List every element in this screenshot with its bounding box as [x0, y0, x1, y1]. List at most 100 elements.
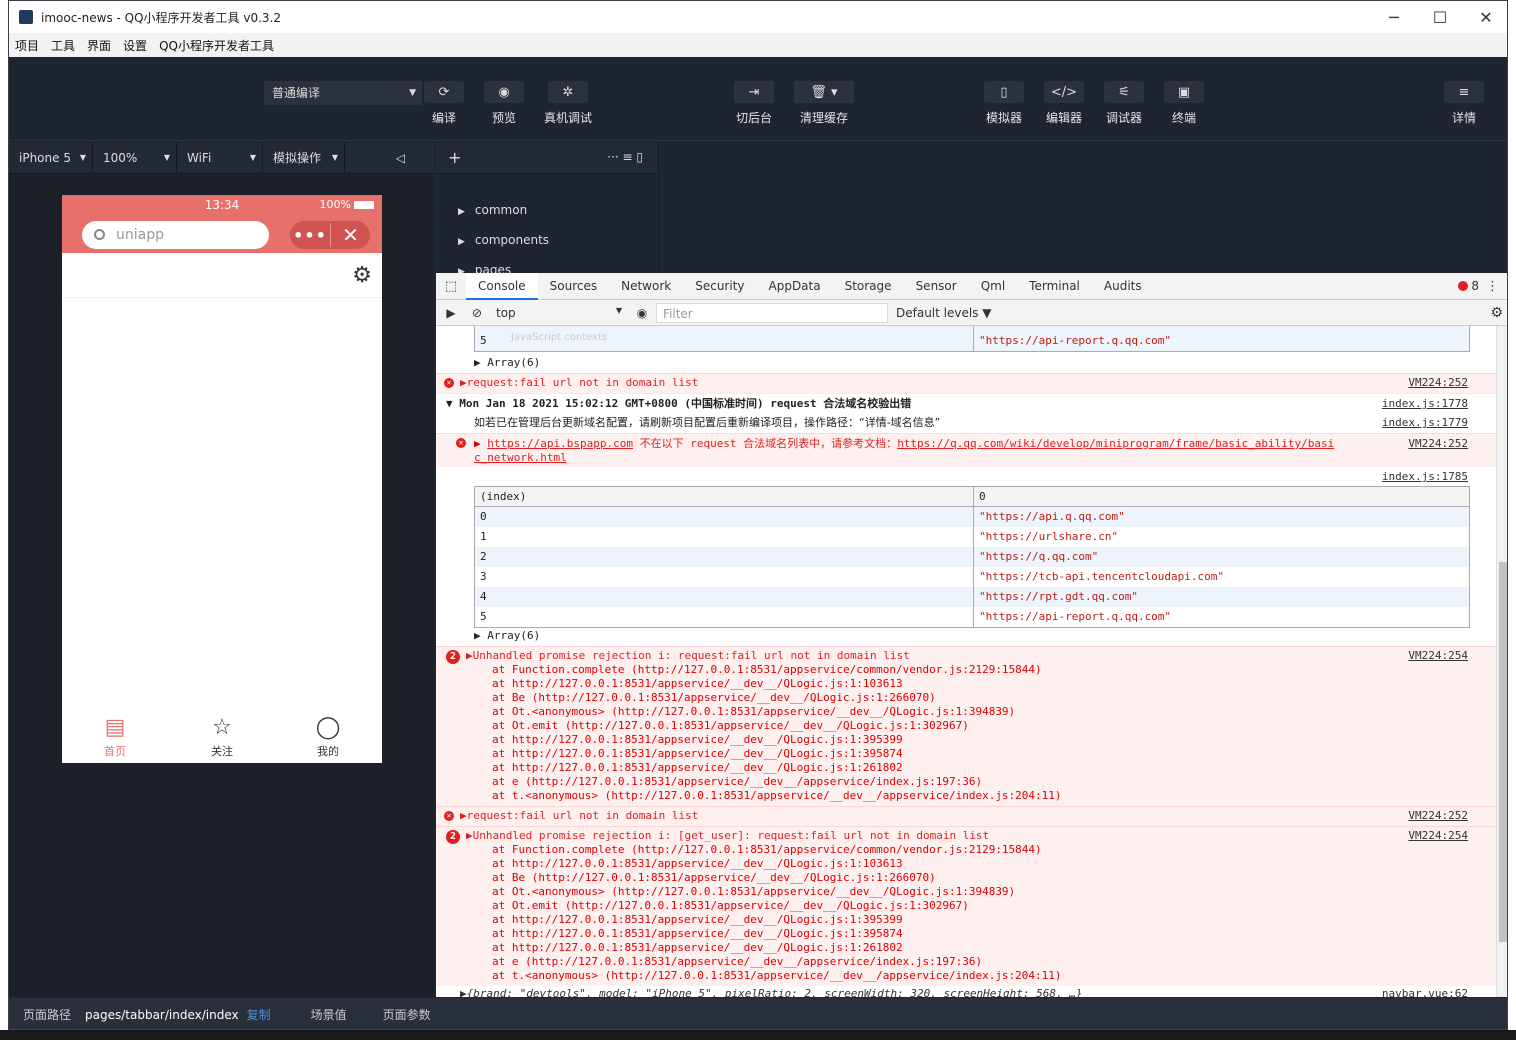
tab-console[interactable]: Console — [466, 272, 538, 300]
rejection-message[interactable]: ▶Unhandled promise rejection i: [get_use… — [466, 829, 989, 842]
source-link[interactable]: index.js:1779 — [1382, 413, 1468, 433]
volume-icon[interactable]: ◁ — [345, 151, 405, 165]
stack-frame[interactable]: at Be (http://127.0.0.1:8531/appservice/… — [492, 691, 1062, 705]
page-params-button[interactable]: 页面参数 — [383, 1006, 431, 1023]
stack-frame[interactable]: at Ot.<anonymous> (http://127.0.0.1:8531… — [492, 885, 1062, 899]
source-link[interactable]: navbar.vue:62 — [1382, 988, 1468, 997]
add-icon[interactable]: + — [448, 148, 461, 167]
compile-button[interactable]: ⟳ 编译 — [416, 81, 472, 126]
zoom-select[interactable]: 100% ▼ — [93, 141, 177, 174]
menu-project[interactable]: 项目 — [15, 37, 39, 54]
scene-button[interactable]: 场景值 — [311, 1006, 347, 1023]
doc-link[interactable]: https://q.qq.com/wiki/develop/miniprogra… — [897, 437, 1334, 450]
debugger-toggle-button[interactable]: ⚟ 调试器 — [1096, 81, 1152, 126]
details-button[interactable]: ≡ 详情 — [1436, 81, 1492, 126]
sidebar-toggle-icon[interactable]: ▶ — [436, 306, 466, 320]
simulator-toggle-button[interactable]: ▯ 模拟器 — [976, 81, 1032, 126]
menu-qq-devtools[interactable]: QQ小程序开发者工具 — [159, 37, 274, 54]
tab-qml[interactable]: Qml — [969, 273, 1017, 300]
preview-button[interactable]: ◉ 预览 — [476, 81, 532, 126]
background-button[interactable]: ⇥ 切后台 — [726, 81, 782, 126]
tab-terminal[interactable]: Terminal — [1017, 273, 1092, 300]
more-icon[interactable]: ••• — [290, 226, 330, 245]
stack-frame[interactable]: at t.<anonymous> (http://127.0.0.1:8531/… — [492, 789, 1062, 803]
maximize-icon[interactable]: ☐ — [1417, 1, 1463, 33]
error-message[interactable]: ▶request:fail url not in domain list — [460, 807, 698, 825]
stack-frame[interactable]: at http://127.0.0.1:8531/appservice/__de… — [492, 733, 1062, 747]
device-select[interactable]: iPhone 5 ▼ — [9, 141, 93, 174]
stack-frame[interactable]: at http://127.0.0.1:8531/appservice/__de… — [492, 857, 1062, 871]
array-toggle[interactable]: ▶ Array(6) — [436, 627, 1496, 645]
search-input[interactable]: uniapp — [82, 221, 269, 249]
minimize-icon[interactable]: ─ — [1371, 1, 1417, 33]
stack-frame[interactable]: at Ot.emit (http://127.0.0.1:8531/appser… — [492, 719, 1062, 733]
editor-toggle-button[interactable]: </> 编辑器 — [1036, 81, 1092, 126]
tab-network[interactable]: Network — [609, 273, 683, 300]
kebab-menu-icon[interactable]: ⋮ — [1486, 279, 1499, 294]
eye-icon[interactable]: ◉ — [628, 306, 656, 320]
stack-frame[interactable]: at http://127.0.0.1:8531/appservice/__de… — [492, 747, 1062, 761]
source-link[interactable]: VM224:254 — [1408, 649, 1468, 662]
tab-sensor[interactable]: Sensor — [904, 273, 969, 300]
tab-follow[interactable]: ☆ 关注 — [169, 715, 275, 759]
stack-frame[interactable]: at http://127.0.0.1:8531/appservice/__de… — [492, 913, 1062, 927]
tab-sources[interactable]: Sources — [538, 273, 609, 300]
domain-link[interactable]: https://api.bspapp.com — [487, 437, 633, 450]
array-toggle[interactable]: ▶ Array(6) — [436, 354, 1496, 372]
network-select[interactable]: WiFi ▼ — [177, 141, 263, 174]
folder-components[interactable]: components — [458, 233, 549, 247]
tab-mine[interactable]: ◯ 我的 — [275, 715, 381, 759]
stack-frame[interactable]: at Ot.<anonymous> (http://127.0.0.1:8531… — [492, 705, 1062, 719]
tab-audits[interactable]: Audits — [1092, 273, 1154, 300]
context-select[interactable]: top ▼ — [488, 306, 628, 320]
stack-frame[interactable]: at e (http://127.0.0.1:8531/appservice/_… — [492, 955, 1062, 969]
compile-mode-select[interactable]: 普通编译 ▼ — [264, 81, 422, 105]
source-link[interactable]: VM224:252 — [1408, 374, 1468, 392]
stack-frame[interactable]: at http://127.0.0.1:8531/appservice/__de… — [492, 941, 1062, 955]
stack-frame[interactable]: at e (http://127.0.0.1:8531/appservice/_… — [492, 775, 1062, 789]
stack-frame[interactable]: at http://127.0.0.1:8531/appservice/__de… — [492, 927, 1062, 941]
log-object[interactable]: ▶{brand: "devtools", model: "iPhone 5", … — [460, 988, 1083, 997]
clear-console-icon[interactable]: ⊘ — [466, 306, 488, 320]
stack-frame[interactable]: at Function.complete (http://127.0.0.1:8… — [492, 843, 1062, 857]
source-link[interactable]: index.js:1785 — [1382, 468, 1468, 486]
stack-frame[interactable]: at http://127.0.0.1:8531/appservice/__de… — [492, 761, 1062, 775]
tree-tools-icon[interactable]: ··· ≡ ▯ — [607, 150, 643, 164]
rejection-message[interactable]: ▶Unhandled promise rejection i: request:… — [466, 649, 910, 662]
clear-cache-button[interactable]: 🗑 ▾ 清理缓存 — [794, 81, 854, 126]
error-counter[interactable]: 8 — [1458, 279, 1479, 293]
menu-view[interactable]: 界面 — [87, 37, 111, 54]
scrollbar-thumb[interactable] — [1499, 562, 1507, 942]
menu-settings[interactable]: 设置 — [123, 37, 147, 54]
source-link[interactable]: index.js:1778 — [1382, 394, 1468, 414]
gear-icon[interactable]: ⚙ — [1490, 305, 1503, 321]
gear-icon[interactable]: ⚙ — [352, 263, 372, 288]
console-scrollbar[interactable] — [1496, 326, 1507, 997]
remote-debug-button[interactable]: ✲ 真机调试 — [540, 81, 596, 126]
error-message[interactable]: ▶request:fail url not in domain list — [460, 374, 698, 392]
close-icon[interactable]: ✕ — [1463, 1, 1507, 33]
stack-frame[interactable]: at Function.complete (http://127.0.0.1:8… — [492, 663, 1062, 677]
source-link[interactable]: VM224:254 — [1408, 829, 1468, 842]
doc-link-cont[interactable]: c_network.html — [474, 451, 567, 464]
folder-common[interactable]: common — [458, 203, 527, 217]
operation-select[interactable]: 模拟操作 ▼ — [263, 141, 345, 174]
tab-storage[interactable]: Storage — [833, 273, 904, 300]
menu-tools[interactable]: 工具 — [51, 37, 75, 54]
stack-frame[interactable]: at Be (http://127.0.0.1:8531/appservice/… — [492, 871, 1062, 885]
source-link[interactable]: VM224:252 — [1408, 437, 1468, 451]
tab-security[interactable]: Security — [683, 273, 756, 300]
group-header[interactable]: ▼ Mon Jan 18 2021 15:02:12 GMT+0800 (中国标… — [446, 394, 911, 414]
stack-frame[interactable]: at Ot.emit (http://127.0.0.1:8531/appser… — [492, 899, 1062, 913]
terminal-toggle-button[interactable]: ▣ 终端 — [1156, 81, 1212, 126]
tab-appdata[interactable]: AppData — [757, 273, 833, 300]
close-icon[interactable]: ✕ — [330, 223, 370, 247]
console-filter-input[interactable]: Filter — [656, 302, 888, 323]
copy-path-button[interactable]: 复制 — [247, 1006, 271, 1023]
source-link[interactable]: VM224:252 — [1408, 807, 1468, 825]
tab-home[interactable]: ▤ 首页 — [62, 715, 168, 759]
inspect-icon[interactable]: ⬚ — [436, 279, 466, 294]
log-levels-select[interactable]: Default levels ▼ — [896, 306, 992, 320]
stack-frame[interactable]: at http://127.0.0.1:8531/appservice/__de… — [492, 677, 1062, 691]
stack-frame[interactable]: at t.<anonymous> (http://127.0.0.1:8531/… — [492, 969, 1062, 983]
